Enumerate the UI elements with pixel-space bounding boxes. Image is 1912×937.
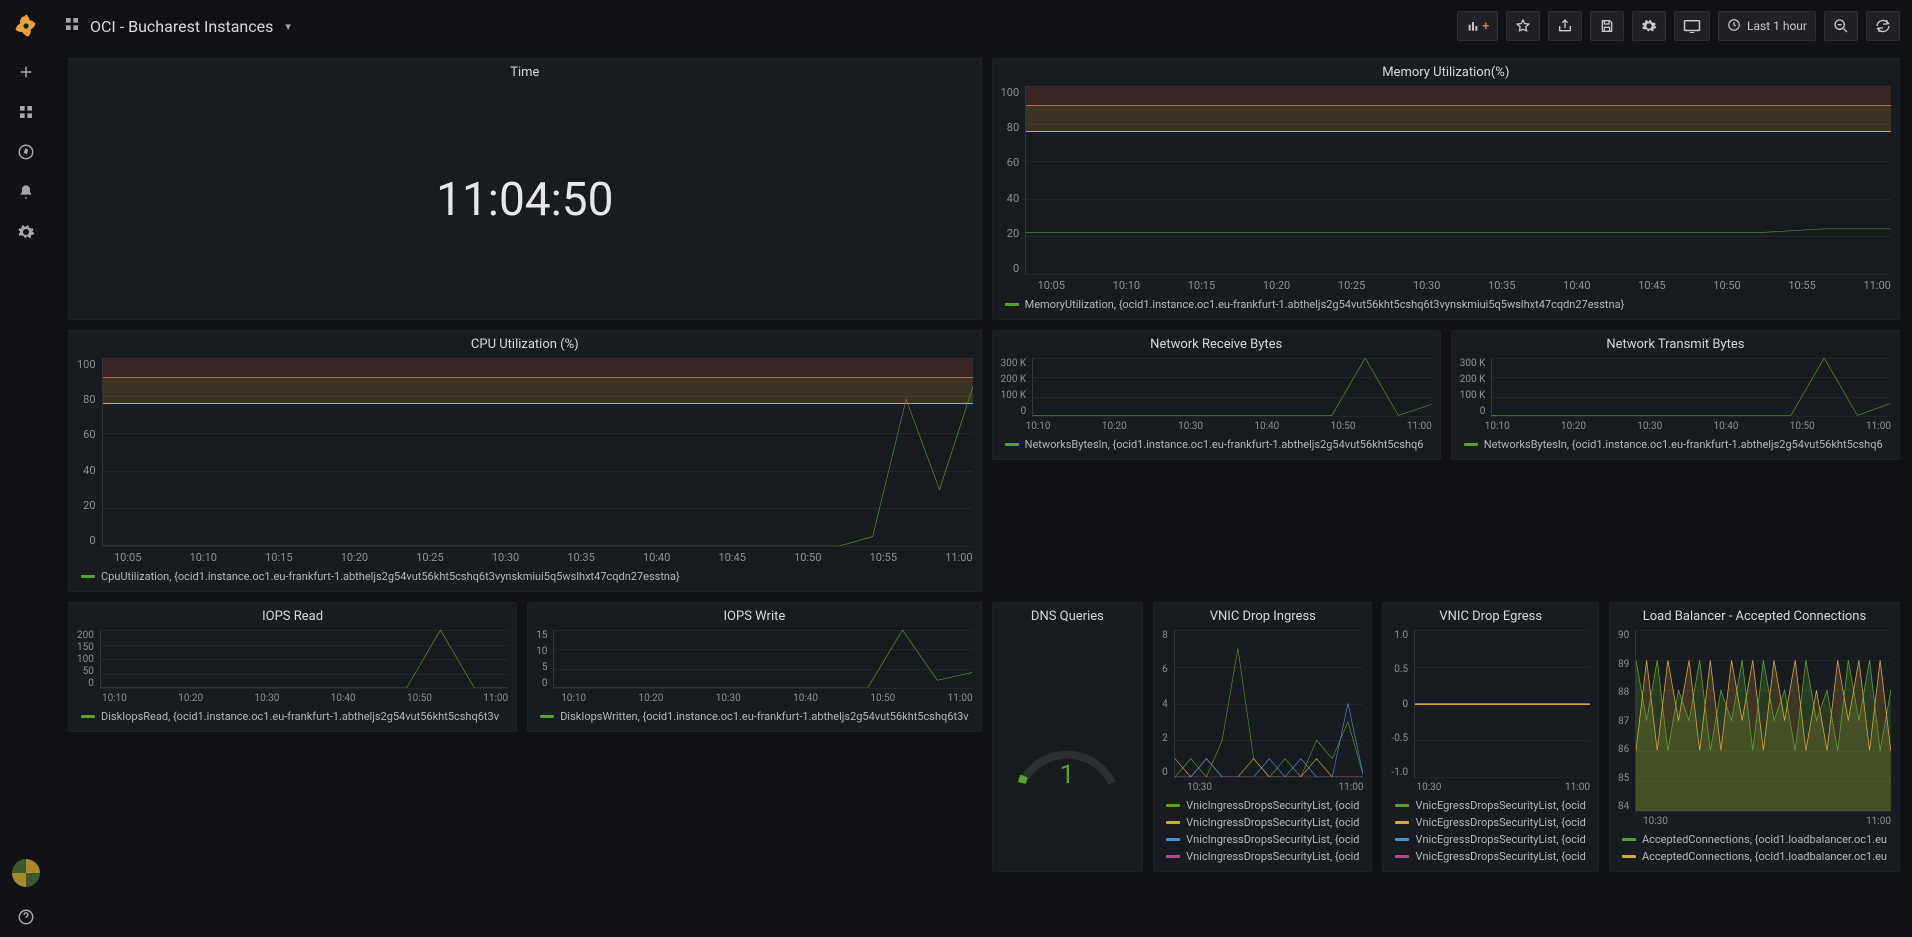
topbar: OCI - Bucharest Instances ▾ + Last 1 hou… [52, 0, 1912, 52]
panel-time[interactable]: Time 11:04:50 [68, 58, 982, 320]
legend: CpuUtilization, {ocid1.instance.oc1.eu-f… [77, 564, 973, 585]
chart-plot[interactable] [100, 630, 508, 689]
chart-plot[interactable] [553, 630, 972, 689]
panel-memory[interactable]: Memory Utilization(%) 100806040200 10:05… [992, 58, 1900, 320]
add-panel-button[interactable]: + [1457, 11, 1499, 41]
x-axis: 10:1010:2010:3010:4010:5011:00 [1001, 417, 1432, 432]
y-axis: 300 K200 K100 K0 [1001, 358, 1033, 417]
x-axis: 10:3011:00 [1162, 778, 1363, 793]
y-axis: 100806040200 [1001, 86, 1026, 275]
x-axis: 10:3011:00 [1618, 812, 1891, 827]
panel-load-balancer[interactable]: Load Balancer - Accepted Connections 908… [1609, 602, 1900, 872]
cycle-view-button[interactable] [1674, 11, 1710, 41]
panel-title: VNIC Drop Egress [1383, 603, 1597, 626]
legend: NetworksBytesIn, {ocid1.instance.oc1.eu-… [1460, 432, 1891, 453]
chart-plot[interactable] [1491, 358, 1891, 417]
panel-title: Load Balancer - Accepted Connections [1610, 603, 1899, 626]
zoom-out-button[interactable] [1824, 11, 1858, 41]
chart-plot[interactable] [1635, 630, 1891, 812]
panel-title: IOPS Write [528, 603, 980, 626]
clock-value: 11:04:50 [77, 86, 973, 313]
chart-plot[interactable] [1174, 630, 1364, 778]
configuration-icon[interactable] [0, 212, 52, 252]
panel-title: DNS Queries [993, 603, 1143, 626]
panel-net-receive[interactable]: Network Receive Bytes 300 K200 K100 K0 1… [992, 330, 1441, 460]
dashboard-grid: Time 11:04:50 Memory Utilization(%) 1008… [68, 58, 1900, 925]
create-icon[interactable] [0, 52, 52, 92]
legend: VnicIngressDropsSecurityList, {ocidVnicI… [1162, 793, 1363, 865]
chevron-down-icon: ▾ [285, 20, 291, 33]
dashboard-grid-icon [64, 16, 80, 36]
chart-plot[interactable] [1025, 86, 1891, 275]
refresh-button[interactable] [1866, 11, 1900, 41]
y-axis: 1.00.50-0.5-1.0 [1391, 630, 1414, 778]
x-axis: 10:0510:1010:1510:2010:2510:3010:3510:40… [77, 547, 973, 564]
legend: VnicEgressDropsSecurityList, {ocidVnicEg… [1391, 793, 1589, 865]
y-axis: 86420 [1162, 630, 1174, 778]
panel-iops-read[interactable]: IOPS Read 200150100500 10:1010:2010:3010… [68, 602, 517, 732]
y-axis: 200150100500 [77, 630, 100, 689]
panel-title: Memory Utilization(%) [993, 59, 1899, 82]
save-button[interactable] [1590, 11, 1624, 41]
x-axis: 10:1010:2010:3010:4010:5011:00 [1460, 417, 1891, 432]
panel-title: IOPS Read [69, 603, 516, 626]
share-button[interactable] [1548, 11, 1582, 41]
gauge: 1 [1001, 630, 1135, 865]
y-axis: 100806040200 [77, 358, 102, 547]
legend: NetworksBytesIn, {ocid1.instance.oc1.eu-… [1001, 432, 1432, 453]
time-range-label: Last 1 hour [1747, 19, 1807, 33]
chart-plot[interactable] [1032, 358, 1432, 417]
dashboard-title: OCI - Bucharest Instances [90, 17, 273, 36]
panel-title: CPU Utilization (%) [69, 331, 981, 354]
panel-iops-write[interactable]: IOPS Write 151050 10:1010:2010:3010:4010… [527, 602, 981, 732]
chart-plot[interactable] [1414, 630, 1590, 778]
time-range-button[interactable]: Last 1 hour [1718, 11, 1816, 41]
y-axis: 300 K200 K100 K0 [1460, 358, 1492, 417]
legend: AcceptedConnections, {ocid1.loadbalancer… [1618, 827, 1891, 865]
bottom-right-group: DNS Queries 1 VNIC Drop Ingress 86420 [992, 602, 1900, 872]
settings-button[interactable] [1632, 11, 1666, 41]
chart-plot[interactable] [102, 358, 973, 547]
legend: DiskIopsRead, {ocid1.instance.oc1.eu-fra… [77, 704, 508, 725]
x-axis: 10:3011:00 [1391, 778, 1589, 793]
panel-net-transmit[interactable]: Network Transmit Bytes 300 K200 K100 K0 … [1451, 330, 1900, 460]
explore-icon[interactable] [0, 132, 52, 172]
legend: MemoryUtilization, {ocid1.instance.oc1.e… [1001, 292, 1891, 313]
panel-vnic-ingress[interactable]: VNIC Drop Ingress 86420 10:3011:00 VnicI… [1153, 602, 1372, 872]
dashboard-title-button[interactable]: OCI - Bucharest Instances ▾ [64, 16, 291, 36]
avatar[interactable] [12, 859, 40, 887]
panel-vnic-egress[interactable]: VNIC Drop Egress 1.00.50-0.5-1.0 10:3011… [1382, 602, 1598, 872]
y-axis: 151050 [536, 630, 553, 689]
clock-icon [1727, 18, 1741, 35]
panel-dns-queries[interactable]: DNS Queries 1 [992, 602, 1144, 872]
panel-title: Network Transmit Bytes [1452, 331, 1899, 354]
panel-cpu[interactable]: CPU Utilization (%) 100806040200 10:0510… [68, 330, 982, 592]
grafana-logo-icon[interactable] [0, 0, 52, 52]
panel-title: VNIC Drop Ingress [1154, 603, 1371, 626]
help-icon[interactable] [0, 897, 52, 937]
panel-title: Time [69, 59, 981, 82]
x-axis: 10:1010:2010:3010:4010:5011:00 [536, 689, 972, 704]
alerting-icon[interactable] [0, 172, 52, 212]
gauge-value: 1 [1060, 760, 1075, 790]
star-button[interactable] [1506, 11, 1540, 41]
right-col-row2: Network Receive Bytes 300 K200 K100 K0 1… [992, 330, 1900, 592]
panel-title: Network Receive Bytes [993, 331, 1440, 354]
x-axis: 10:1010:2010:3010:4010:5011:00 [77, 689, 508, 704]
left-nav [0, 0, 52, 937]
dashboards-icon[interactable] [0, 92, 52, 132]
x-axis: 10:0510:1010:1510:2010:2510:3010:3510:40… [1001, 275, 1891, 292]
legend: DiskIopsWritten, {ocid1.instance.oc1.eu-… [536, 704, 972, 725]
y-axis: 90898887868584 [1618, 630, 1635, 812]
